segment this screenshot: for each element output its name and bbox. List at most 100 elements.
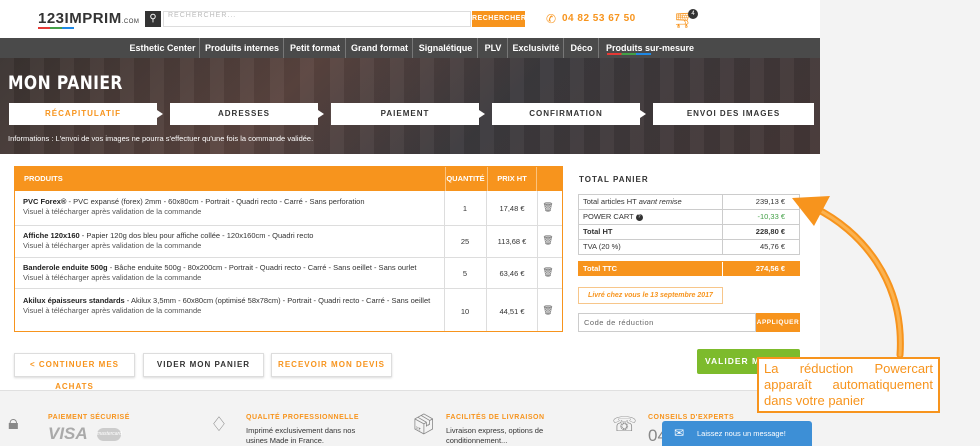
logo[interactable]: 123IMPRIM.COM — [38, 10, 139, 27]
summary-row-total-ttc: Total TTC 274,56 € — [578, 261, 800, 276]
search-button[interactable]: RECHERCHER — [472, 11, 526, 27]
product-name[interactable]: Banderole enduite 500g — [23, 263, 108, 272]
step-adresses[interactable]: ADRESSES — [170, 103, 324, 125]
summary-label: Total articles HT avant remise — [583, 195, 682, 209]
info-text: Informations : L'envoi de vos images ne … — [8, 134, 314, 143]
nav-produits-sur-mesure[interactable]: Produits sur-mesure — [601, 38, 699, 58]
summary-label: Total HT — [583, 227, 613, 236]
logo-suffix: .COM — [121, 19, 140, 25]
header-quantite: QUANTITÉ — [445, 167, 485, 191]
nav-produits-internes[interactable]: Produits internes — [201, 38, 284, 58]
nav-signaletique[interactable]: Signalétique — [414, 38, 478, 58]
summary-value: -10,33 € — [722, 210, 799, 224]
nav-esthetic-center[interactable]: Esthetic Center — [126, 38, 200, 58]
nav-petit-format[interactable]: Petit format — [285, 38, 346, 58]
quantity[interactable]: 25 — [445, 237, 485, 246]
product-spec: - PVC expansé (forex) 2mm - 60x80cm - Po… — [66, 197, 365, 206]
summary-label: Total TTC — [583, 264, 618, 273]
price: 63,46 € — [499, 269, 525, 278]
diamond-icon: ♢ — [210, 414, 228, 436]
logo-text: 123IMPRIM — [38, 10, 122, 27]
chat-widget[interactable]: ✉ Laissez nous un message! — [662, 421, 812, 446]
feature-title: PAIEMENT SÉCURISÉ — [48, 414, 130, 421]
mastercard-logo: mastercard — [97, 428, 122, 441]
summary-title: TOTAL PANIER — [579, 175, 649, 184]
step-recapitulatif[interactable]: RÉCAPITULATIF — [9, 103, 163, 125]
package-icon: 📦︎ — [411, 414, 437, 436]
quantity[interactable]: 10 — [445, 307, 485, 316]
step-envoi-images[interactable]: ENVOI DES IMAGES — [653, 103, 814, 125]
table-row: Banderole enduite 500g - Bâche enduite 5… — [15, 258, 562, 289]
summary-row-total-ht: Total HT 228,80 € — [578, 225, 800, 240]
cart-count-badge: 4 — [688, 9, 698, 19]
product-note: Visuel à télécharger après validation de… — [23, 273, 202, 282]
annotation-arrow — [792, 196, 904, 359]
product-note: Visuel à télécharger après validation de… — [23, 306, 202, 315]
product-name[interactable]: PVC Forex® — [23, 197, 66, 206]
quantity[interactable]: 5 — [445, 269, 485, 278]
trash-icon[interactable]: 🗑︎ — [542, 267, 554, 278]
summary-label: POWER CART ? — [583, 210, 643, 224]
col-divider — [537, 258, 538, 289]
step-confirmation[interactable]: CONFIRMATION — [492, 103, 646, 125]
feature-text: Imprimé exclusivement dans nos usines Ma… — [246, 426, 356, 445]
annotation-callout: La réduction Powercart apparaît automati… — [757, 357, 940, 413]
search-input[interactable]: RECHERCHER... — [163, 11, 471, 27]
phone-icon: ✆ — [546, 12, 557, 26]
delivery-date: Livré chez vous le 13 septembre 2017 — [578, 287, 723, 304]
product-spec: - Papier 120g dos bleu pour affiche coll… — [79, 231, 314, 240]
table-row: Akilux épaisseurs standards - Akilux 3,5… — [15, 289, 562, 331]
step-paiement[interactable]: PAIEMENT — [331, 103, 485, 125]
cart-table-header: PRODUITS QUANTITÉ PRIX HT — [15, 167, 562, 191]
product-name[interactable]: Akilux épaisseurs standards — [23, 296, 125, 305]
product-description: Banderole enduite 500g - Bâche enduite 5… — [23, 263, 443, 283]
phone-frame-icon: ☏ — [612, 414, 638, 436]
header-phone[interactable]: 04 82 53 67 50 — [562, 13, 636, 24]
summary-row-tva: TVA (20 %) 45,76 € — [578, 240, 800, 255]
trash-icon[interactable]: 🗑︎ — [542, 235, 554, 246]
header-prix-ht: PRIX HT — [487, 167, 537, 191]
mail-icon: ✉ — [674, 426, 685, 440]
price: 17,48 € — [499, 204, 525, 213]
product-description: PVC Forex® - PVC expansé (forex) 2mm - 6… — [23, 197, 443, 217]
nav-plv[interactable]: PLV — [479, 38, 508, 58]
product-note: Visuel à télécharger après validation de… — [23, 241, 202, 250]
product-spec: - Bâche enduite 500g - 80x200cm - Portra… — [107, 263, 417, 272]
quantity[interactable]: 1 — [445, 204, 485, 213]
product-spec: - Akilux 3,5mm - 60x80cm (optimisé 58x78… — [124, 296, 431, 305]
nav-color-bar — [607, 53, 651, 55]
col-divider — [537, 191, 538, 226]
feature-text: Livraison express, options de conditionn… — [446, 426, 544, 445]
product-name[interactable]: Affiche 120x160 — [23, 231, 80, 240]
summary-value: 228,80 € — [722, 225, 799, 239]
empty-cart-button[interactable]: VIDER MON PANIER — [143, 353, 264, 377]
trash-icon[interactable]: 🗑︎ — [542, 305, 554, 316]
page-title: MON PANIER — [8, 72, 123, 94]
table-row: Affiche 120x160 - Papier 120g dos bleu p… — [15, 226, 562, 258]
trash-icon[interactable]: 🗑︎ — [542, 202, 554, 213]
col-divider — [537, 289, 538, 331]
get-quote-button[interactable]: RECEVOIR MON DEVIS — [271, 353, 392, 377]
feature-title: CONSEILS D'EXPERTS — [648, 414, 735, 421]
summary-value: 274,56 € — [722, 262, 799, 276]
summary-label-text: POWER CART — [583, 212, 634, 221]
promo-code-input[interactable]: Code de réduction — [578, 313, 756, 332]
feature-title: FACILITÉS DE LIVRAISON — [446, 414, 545, 421]
summary-row-total-articles: Total articles HT avant remise 239,13 € — [578, 194, 800, 210]
chat-label: Laissez nous un message! — [697, 429, 786, 438]
nav-deco[interactable]: Déco — [565, 38, 599, 58]
col-divider — [537, 226, 538, 258]
price: 44,51 € — [499, 307, 525, 316]
search-icon[interactable]: ⚲ — [145, 11, 161, 27]
table-row: PVC Forex® - PVC expansé (forex) 2mm - 6… — [15, 191, 562, 226]
help-icon[interactable]: ? — [635, 213, 643, 221]
price: 113,68 € — [497, 237, 527, 246]
nav-exclusivite[interactable]: Exclusivité — [509, 38, 564, 58]
summary-label-text: Total articles HT — [583, 197, 637, 206]
summary-value: 45,76 € — [722, 240, 799, 254]
summary-row-power-cart: POWER CART ? -10,33 € — [578, 210, 800, 225]
product-description: Affiche 120x160 - Papier 120g dos bleu p… — [23, 231, 443, 251]
continue-shopping-button[interactable]: < CONTINUER MES ACHATS — [14, 353, 135, 391]
visa-logo: VISA — [48, 424, 88, 443]
nav-grand-format[interactable]: Grand format — [347, 38, 413, 58]
